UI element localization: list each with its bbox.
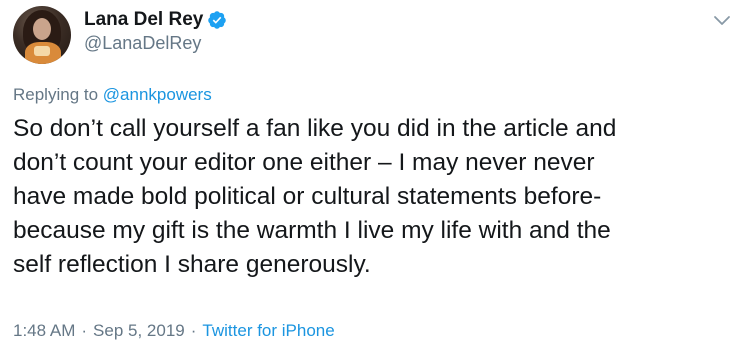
meta-separator: · [81, 321, 88, 340]
avatar-face [33, 18, 51, 40]
chevron-down-icon[interactable] [712, 10, 732, 30]
replying-to-line: Replying to @annkpowers [13, 85, 212, 105]
tweet-time[interactable]: 1:48 AM [13, 321, 75, 341]
author-name-row[interactable]: Lana Del Rey [84, 8, 227, 32]
tweet-date[interactable]: Sep 5, 2019 [93, 321, 185, 341]
tweet-card: Lana Del Rey @LanaDelRey Replying to @an… [0, 0, 750, 351]
author-handle[interactable]: @LanaDelRey [84, 33, 201, 54]
tweet-text: So don’t call yourself a fan like you di… [13, 115, 617, 278]
avatar-shirt-logo [34, 46, 50, 56]
tweet-meta: 1:48 AM · Sep 5, 2019 · Twitter for iPho… [13, 321, 335, 341]
tweet-client-link[interactable]: Twitter for iPhone [202, 321, 334, 341]
replying-to-label: Replying to [13, 85, 99, 104]
verified-badge-icon [208, 11, 227, 29]
meta-separator: · [190, 321, 197, 340]
avatar[interactable] [13, 6, 71, 64]
reply-mention-link[interactable]: @annkpowers [103, 85, 212, 104]
author-display-name[interactable]: Lana Del Rey [84, 9, 203, 31]
